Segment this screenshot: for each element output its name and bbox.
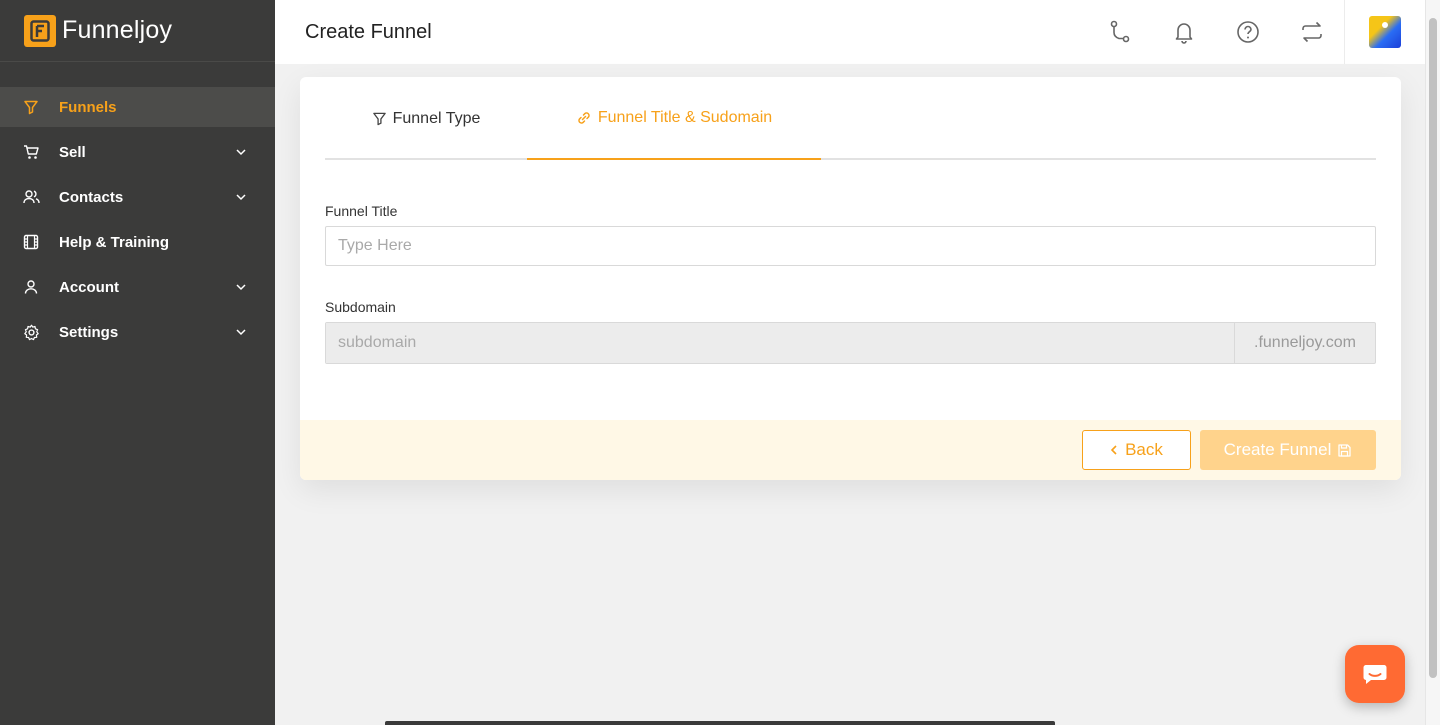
- brand[interactable]: Funneljoy: [0, 0, 275, 62]
- sidebar: Funneljoy Funnels Sell Contacts Help & T…: [0, 0, 275, 725]
- sidebar-item-label: Funnels: [59, 98, 117, 116]
- funnel-title-label: Funnel Title: [325, 203, 398, 219]
- avatar-image: [1369, 16, 1401, 48]
- top-header: Create Funnel: [275, 0, 1425, 64]
- filter-icon: [22, 98, 40, 116]
- sidebar-item-label: Contacts: [59, 188, 124, 206]
- filter-icon: [372, 112, 386, 126]
- tab-bar: Funnel Type Funnel Title & Sudomain: [325, 77, 1376, 160]
- sidebar-item-help-training[interactable]: Help & Training: [0, 222, 275, 262]
- card-footer: Back Create Funnel: [300, 420, 1401, 480]
- sidebar-item-label: Sell: [59, 143, 86, 161]
- tab-label: Funnel Title & Sudomain: [597, 108, 773, 126]
- chevron-down-icon: [236, 284, 246, 291]
- chevron-down-icon: [236, 149, 246, 156]
- tab-label: Funnel Type: [392, 109, 481, 127]
- sidebar-item-account[interactable]: Account: [0, 267, 275, 307]
- brand-name: Funneljoy: [62, 16, 173, 44]
- gear-icon: [22, 323, 40, 341]
- avatar[interactable]: [1345, 0, 1425, 64]
- scrollbar-thumb[interactable]: [1429, 18, 1437, 678]
- tab-funnel-type[interactable]: Funnel Type: [325, 77, 527, 160]
- back-button-label: Back: [1125, 440, 1163, 459]
- sidebar-item-funnels[interactable]: Funnels: [0, 87, 275, 127]
- chat-widget-button[interactable]: [1345, 645, 1405, 703]
- sidebar-item-contacts[interactable]: Contacts: [0, 177, 275, 217]
- switch-icon[interactable]: [1280, 0, 1344, 64]
- user-icon: [22, 278, 40, 296]
- page-scrollbar[interactable]: [1425, 0, 1440, 725]
- bell-icon[interactable]: [1152, 0, 1216, 64]
- logo-icon: [24, 14, 56, 47]
- bottom-edge-bar: [385, 721, 1055, 725]
- chevron-left-icon: [1110, 445, 1117, 455]
- sidebar-item-label: Help & Training: [59, 233, 170, 251]
- subdomain-input[interactable]: [326, 323, 1234, 363]
- chat-icon: [1363, 665, 1387, 684]
- create-funnel-card: Funnel Type Funnel Title & Sudomain Funn…: [300, 77, 1401, 480]
- create-funnel-button-label: Create Funnel: [1223, 440, 1332, 459]
- sidebar-item-settings[interactable]: Settings: [0, 312, 275, 352]
- users-icon: [22, 188, 40, 206]
- subdomain-group: .funneljoy.com: [325, 322, 1376, 364]
- sidebar-item-label: Account: [59, 278, 119, 296]
- subdomain-label: Subdomain: [325, 299, 396, 315]
- page-title: Create Funnel: [305, 20, 432, 43]
- route-icon[interactable]: [1088, 0, 1152, 64]
- save-icon: [1338, 443, 1352, 457]
- link-icon: [578, 111, 590, 124]
- tab-funnel-title-subdomain[interactable]: Funnel Title & Sudomain: [527, 77, 821, 160]
- sidebar-item-label: Settings: [59, 323, 119, 341]
- create-funnel-button[interactable]: Create Funnel: [1200, 430, 1376, 470]
- chevron-down-icon: [236, 329, 246, 336]
- subdomain-suffix: .funneljoy.com: [1234, 323, 1375, 363]
- chevron-down-icon: [236, 194, 246, 201]
- back-button[interactable]: Back: [1082, 430, 1191, 470]
- sidebar-nav: Funnels Sell Contacts Help & Training Ac…: [0, 87, 275, 352]
- film-icon: [22, 233, 40, 251]
- funnel-title-input[interactable]: [325, 226, 1376, 266]
- cart-icon: [22, 143, 40, 161]
- sidebar-item-sell[interactable]: Sell: [0, 132, 275, 172]
- help-icon[interactable]: [1216, 0, 1280, 64]
